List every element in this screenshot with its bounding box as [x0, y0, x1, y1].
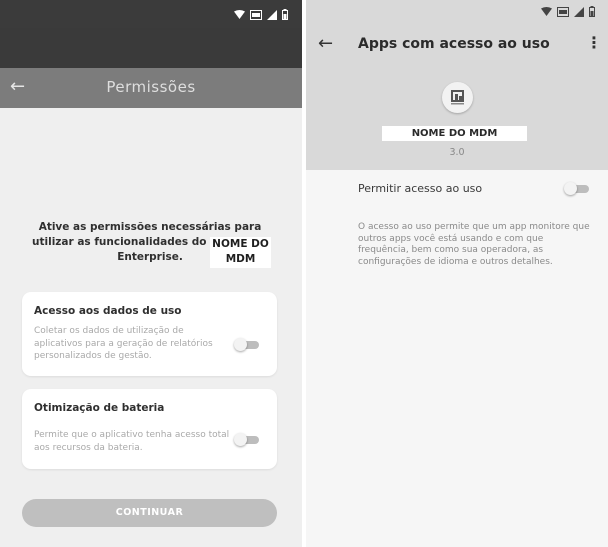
left-screen: ← Permissões Ative as permissões necessá…	[0, 0, 302, 547]
back-arrow-icon[interactable]: ←	[318, 34, 333, 54]
more-vert-icon[interactable]: ⋮	[586, 34, 602, 52]
battery-icon	[589, 6, 595, 17]
sim-icon	[557, 6, 569, 17]
continue-button[interactable]: CONTINUAR	[22, 499, 277, 527]
wifi-icon	[234, 10, 245, 19]
card-title: Acesso aos dados de uso	[34, 305, 182, 317]
permit-usage-description: O acesso ao uso permite que um app monit…	[358, 222, 590, 267]
status-bar	[0, 0, 302, 28]
page-title: Apps com acesso ao uso	[358, 36, 550, 52]
battery-optimization-toggle[interactable]	[234, 433, 260, 446]
sim-icon	[250, 9, 262, 20]
mdm-logo-icon	[442, 82, 473, 113]
permit-usage-label: Permitir acesso ao uso	[358, 182, 483, 195]
signal-icon	[267, 9, 277, 20]
card-title: Otimização de bateria	[34, 402, 165, 414]
permit-usage-toggle[interactable]	[564, 182, 590, 195]
toolbar-background	[0, 28, 302, 68]
card-description: Permite que o aplicativo tenha acesso to…	[34, 430, 230, 453]
card-description: Coletar os dados de utilização de aplica…	[34, 326, 213, 361]
signal-icon	[574, 6, 584, 17]
app-name-label: NOME DO MDM	[210, 237, 271, 268]
battery-icon	[282, 9, 288, 20]
app-name: NOME DO MDM	[382, 126, 527, 141]
app-version: 3.0	[449, 147, 465, 158]
usage-access-card[interactable]: Acesso aos dados de uso Coletar os dados…	[22, 292, 277, 376]
page-title: Permissões	[106, 78, 196, 96]
right-screen: ← Apps com acesso ao uso ⋮ NOME DO MDM 3…	[306, 0, 608, 547]
battery-optimization-card[interactable]: Otimização de bateria Permite que o apli…	[22, 389, 277, 469]
usage-access-toggle[interactable]	[234, 338, 260, 351]
wifi-icon	[541, 7, 552, 16]
